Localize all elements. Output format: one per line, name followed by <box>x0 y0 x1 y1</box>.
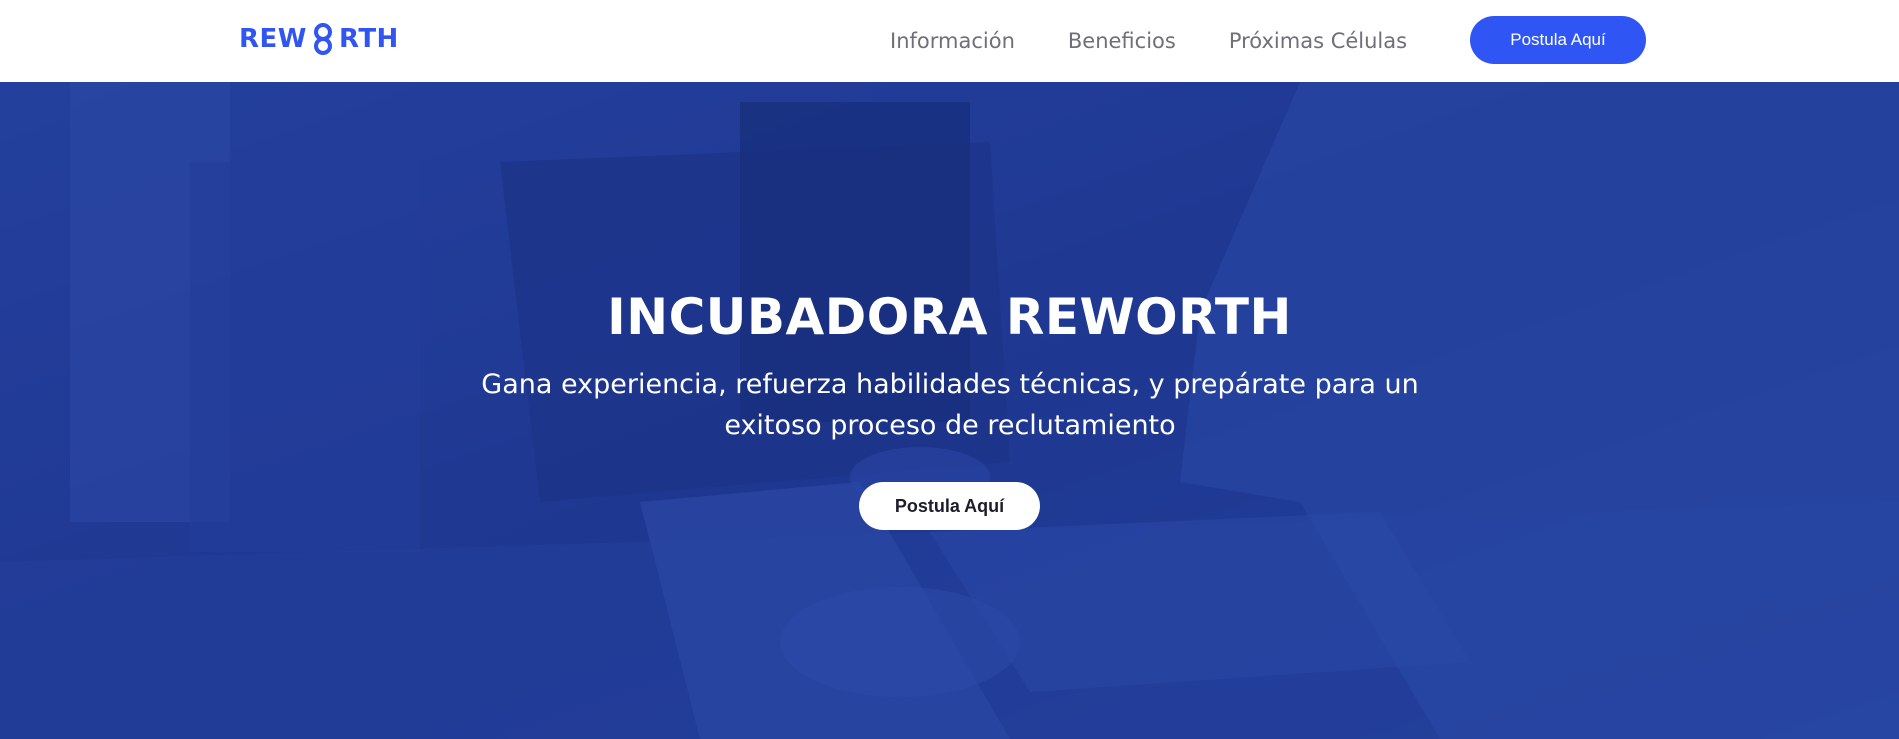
top-navbar: REW RTH Información Beneficios Próximas … <box>0 0 1899 82</box>
logo-text-right: RTH <box>338 24 399 54</box>
reworth-logo[interactable]: REW RTH <box>239 23 399 55</box>
nav-link-informacion[interactable]: Información <box>890 29 1015 53</box>
hero-apply-button[interactable]: Postula Aquí <box>859 482 1040 530</box>
hero-title: INCUBADORA REWORTH <box>607 288 1292 346</box>
nav-link-beneficios[interactable]: Beneficios <box>1068 29 1176 53</box>
main-nav: Información Beneficios Próximas Células <box>890 0 1460 82</box>
nav-apply-button[interactable]: Postula Aquí <box>1470 16 1646 64</box>
logo-text-left: REW <box>239 24 307 54</box>
hero-section: INCUBADORA REWORTH Gana experiencia, ref… <box>0 82 1899 739</box>
nav-link-proximas-celulas[interactable]: Próximas Células <box>1229 29 1407 53</box>
infinity-logo-icon <box>313 23 332 55</box>
hero-subtitle: Gana experiencia, refuerza habilidades t… <box>481 369 1419 441</box>
hero-content: INCUBADORA REWORTH Gana experiencia, ref… <box>0 82 1899 739</box>
